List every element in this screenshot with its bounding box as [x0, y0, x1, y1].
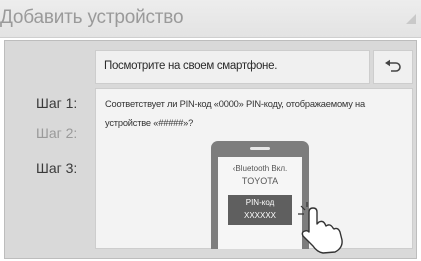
phone-screen: ‹Bluetooth Вкл. TOYOTA PIN-код XXXXXX — [218, 157, 302, 249]
question-text: Соответствует ли PIN-код «0000» PIN-коду… — [105, 99, 365, 128]
back-button[interactable] — [373, 50, 413, 84]
tap-hand-icon — [298, 202, 343, 254]
screen: Добавить устройство Посмотрите на своем … — [0, 0, 421, 261]
back-arrow-icon — [385, 59, 401, 72]
step-3-label: Шаг 3: — [36, 160, 78, 176]
pin-label: PIN-код — [245, 198, 275, 207]
pin-box: PIN-код XXXXXX — [228, 195, 292, 225]
title-bar: Добавить устройство — [0, 0, 421, 38]
step-1-label: Шаг 1: — [36, 95, 78, 111]
signal-icon — [406, 14, 416, 24]
pin-value: XXXXXX — [243, 211, 276, 220]
instruction-bar: Посмотрите на своем смартфоне. — [95, 50, 370, 84]
phone-speaker — [250, 147, 270, 150]
instruction-text: Посмотрите на своем смартфоне. — [104, 60, 278, 72]
bluetooth-label: ‹Bluetooth Вкл. — [232, 164, 288, 173]
page-title: Добавить устройство — [0, 7, 184, 28]
device-name: TOYOTA — [241, 176, 279, 186]
step-2-label: Шаг 2: — [36, 125, 78, 141]
